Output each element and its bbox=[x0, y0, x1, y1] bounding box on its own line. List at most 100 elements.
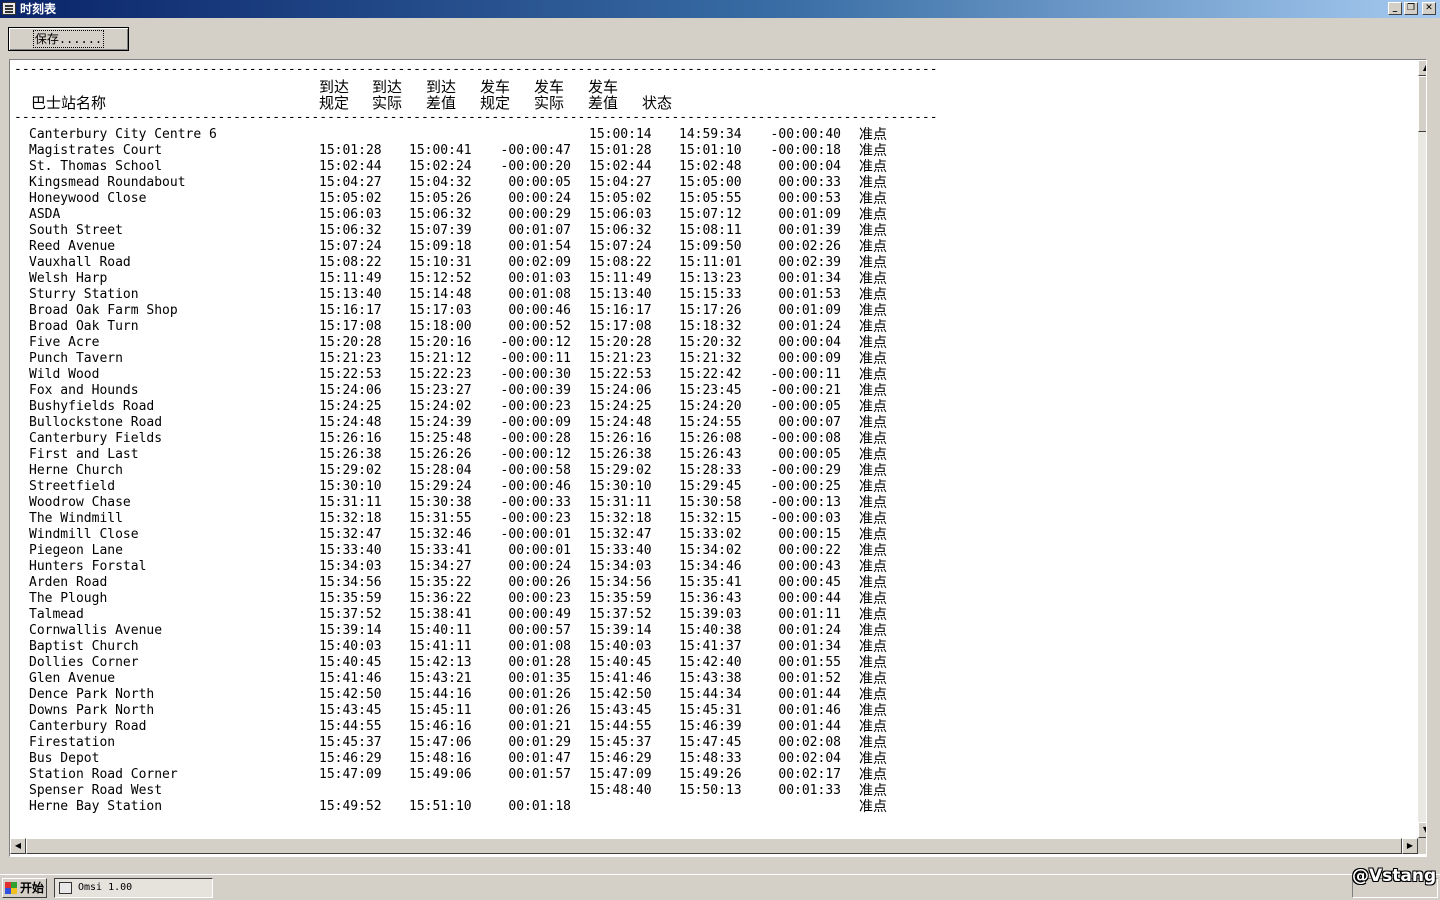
horizontal-scrollbar[interactable]: ◀ ▶ bbox=[10, 838, 1418, 854]
status: 准点 bbox=[859, 639, 887, 655]
arrival-scheduled: 15:46:29 bbox=[319, 751, 382, 766]
departure-actual: 15:11:01 bbox=[679, 255, 742, 270]
departure-scheduled: 15:41:46 bbox=[589, 671, 652, 686]
scroll-down-button[interactable]: ▼ bbox=[1418, 822, 1426, 838]
start-button[interactable]: 开始 bbox=[2, 878, 47, 898]
departure-actual: 15:02:48 bbox=[679, 159, 742, 174]
table-row: Bullockstone Road 15:24:48 15:24:39 -00:00:… bbox=[14, 415, 1409, 431]
stop-name: Windmill Close bbox=[29, 527, 139, 542]
departure-actual: 15:26:08 bbox=[679, 431, 742, 446]
save-button[interactable]: 保存...... bbox=[8, 27, 129, 51]
table-row: ASDA 15:06:03 15:06:32 00:00:29 15:06:03 15:0… bbox=[14, 207, 1409, 223]
arrival-actual: 15:24:02 bbox=[409, 399, 472, 414]
arrival-difference: 00:01:26 bbox=[508, 687, 571, 702]
departure-difference: 00:01:44 bbox=[778, 719, 841, 734]
departure-scheduled: 15:11:49 bbox=[589, 271, 652, 286]
header-arr-diff-2: 差值 bbox=[426, 94, 457, 112]
departure-difference: 00:02:17 bbox=[778, 767, 841, 782]
stop-name: Magistrates Court bbox=[29, 143, 163, 158]
timetable-text: ----------------------------------------… bbox=[14, 60, 1409, 838]
minimize-button[interactable]: _ bbox=[1388, 2, 1402, 15]
status: 准点 bbox=[859, 447, 887, 463]
departure-actual: 15:07:12 bbox=[679, 207, 742, 222]
arrival-scheduled: 15:41:46 bbox=[319, 671, 382, 686]
arrival-actual: 15:30:38 bbox=[409, 495, 472, 510]
departure-scheduled: 15:13:40 bbox=[589, 287, 652, 302]
departure-difference: -00:00:25 bbox=[770, 479, 841, 494]
status: 准点 bbox=[859, 255, 887, 271]
departure-scheduled: 15:07:24 bbox=[589, 239, 652, 254]
arrival-difference: -00:00:39 bbox=[500, 383, 571, 398]
status: 准点 bbox=[859, 127, 887, 143]
arrival-difference: 00:00:52 bbox=[508, 319, 571, 334]
table-row: Streetfield 15:30:10 15:29:24 -00:00:46 15:3… bbox=[14, 479, 1409, 495]
arrival-difference: 00:00:24 bbox=[508, 191, 571, 206]
departure-difference: 00:00:45 bbox=[778, 575, 841, 590]
departure-difference: -00:00:40 bbox=[770, 127, 841, 142]
table-row: Welsh Harp 15:11:49 15:12:52 00:01:03 15:11:… bbox=[14, 271, 1409, 287]
arrival-difference: 00:00:29 bbox=[508, 207, 571, 222]
status: 准点 bbox=[859, 687, 887, 703]
arrival-scheduled: 15:24:25 bbox=[319, 399, 382, 414]
header-dep-diff-2: 差值 bbox=[588, 94, 619, 112]
arrival-difference: 00:02:09 bbox=[508, 255, 571, 270]
header-arr-act-1: 到达 bbox=[372, 78, 403, 96]
status: 准点 bbox=[859, 543, 887, 559]
departure-difference: 00:02:39 bbox=[778, 255, 841, 270]
vertical-scroll-thumb[interactable] bbox=[1418, 76, 1426, 132]
watermark: @Vstang bbox=[1352, 866, 1437, 886]
header-dep-sched-2: 规定 bbox=[480, 94, 511, 112]
vertical-scrollbar[interactable]: ▲ ▼ bbox=[1418, 60, 1426, 838]
horizontal-scroll-thumb[interactable] bbox=[26, 838, 1402, 854]
departure-scheduled: 15:37:52 bbox=[589, 607, 652, 622]
status: 准点 bbox=[859, 351, 887, 367]
arrival-actual: 15:31:55 bbox=[409, 511, 472, 526]
departure-scheduled: 15:24:25 bbox=[589, 399, 652, 414]
table-row: St. Thomas School 15:02:44 15:02:24 -00:00:… bbox=[14, 159, 1409, 175]
stop-name: Streetfield bbox=[29, 479, 116, 494]
departure-scheduled: 15:32:47 bbox=[589, 527, 652, 542]
arrival-actual: 15:05:26 bbox=[409, 191, 472, 206]
scroll-left-button[interactable]: ◀ bbox=[10, 838, 26, 854]
departure-difference: 00:01:11 bbox=[778, 607, 841, 622]
departure-difference: -00:00:08 bbox=[770, 431, 841, 446]
table-row: Cornwallis Avenue 15:39:14 15:40:11 00:00:5… bbox=[14, 623, 1409, 639]
departure-scheduled: 15:00:14 bbox=[589, 127, 652, 142]
header-dep-act-1: 发车 bbox=[534, 78, 565, 96]
departure-difference: 00:01:09 bbox=[778, 207, 841, 222]
arrival-scheduled: 15:45:37 bbox=[319, 735, 382, 750]
arrival-scheduled: 15:32:47 bbox=[319, 527, 382, 542]
status: 准点 bbox=[859, 767, 887, 783]
header-arr-sched-1: 到达 bbox=[319, 78, 350, 96]
close-button[interactable]: ✕ bbox=[1422, 2, 1436, 15]
windows-logo-icon bbox=[5, 882, 17, 894]
table-row: Baptist Church 15:40:03 15:41:11 00:01:08 15… bbox=[14, 639, 1409, 655]
arrival-difference: 00:00:23 bbox=[508, 591, 571, 606]
departure-difference: 00:00:05 bbox=[778, 447, 841, 462]
scroll-right-button[interactable]: ▶ bbox=[1402, 838, 1418, 854]
status: 准点 bbox=[859, 671, 887, 687]
table-row: Windmill Close 15:32:47 15:32:46 -00:00:01 1… bbox=[14, 527, 1409, 543]
arrival-scheduled: 15:40:45 bbox=[319, 655, 382, 670]
arrival-scheduled: 15:49:52 bbox=[319, 799, 382, 814]
app-icon[interactable] bbox=[2, 2, 16, 15]
departure-difference: 00:00:07 bbox=[778, 415, 841, 430]
maximize-button[interactable]: ❐ bbox=[1404, 2, 1418, 15]
title-bar[interactable]: 时刻表 _ ❐ ✕ bbox=[0, 0, 1440, 18]
timetable-pane[interactable]: ----------------------------------------… bbox=[9, 59, 1427, 857]
stop-name: First and Last bbox=[29, 447, 139, 462]
departure-actual: 15:23:45 bbox=[679, 383, 742, 398]
table-row: First and Last 15:26:38 15:26:26 -00:00:12 1… bbox=[14, 447, 1409, 463]
arrival-scheduled: 15:31:11 bbox=[319, 495, 382, 510]
arrival-actual: 15:48:16 bbox=[409, 751, 472, 766]
departure-actual: 14:59:34 bbox=[679, 127, 742, 142]
departure-actual: 15:18:32 bbox=[679, 319, 742, 334]
taskbar-item-omsi[interactable]: Omsi 1.00 bbox=[54, 878, 213, 898]
header-dep-act-2: 实际 bbox=[534, 94, 565, 112]
arrival-difference: 00:01:21 bbox=[508, 719, 571, 734]
arrival-actual: 15:02:24 bbox=[409, 159, 472, 174]
stop-name: Vauxhall Road bbox=[29, 255, 131, 270]
departure-scheduled: 15:26:16 bbox=[589, 431, 652, 446]
scroll-up-button[interactable]: ▲ bbox=[1418, 60, 1426, 76]
departure-difference: 00:02:08 bbox=[778, 735, 841, 750]
